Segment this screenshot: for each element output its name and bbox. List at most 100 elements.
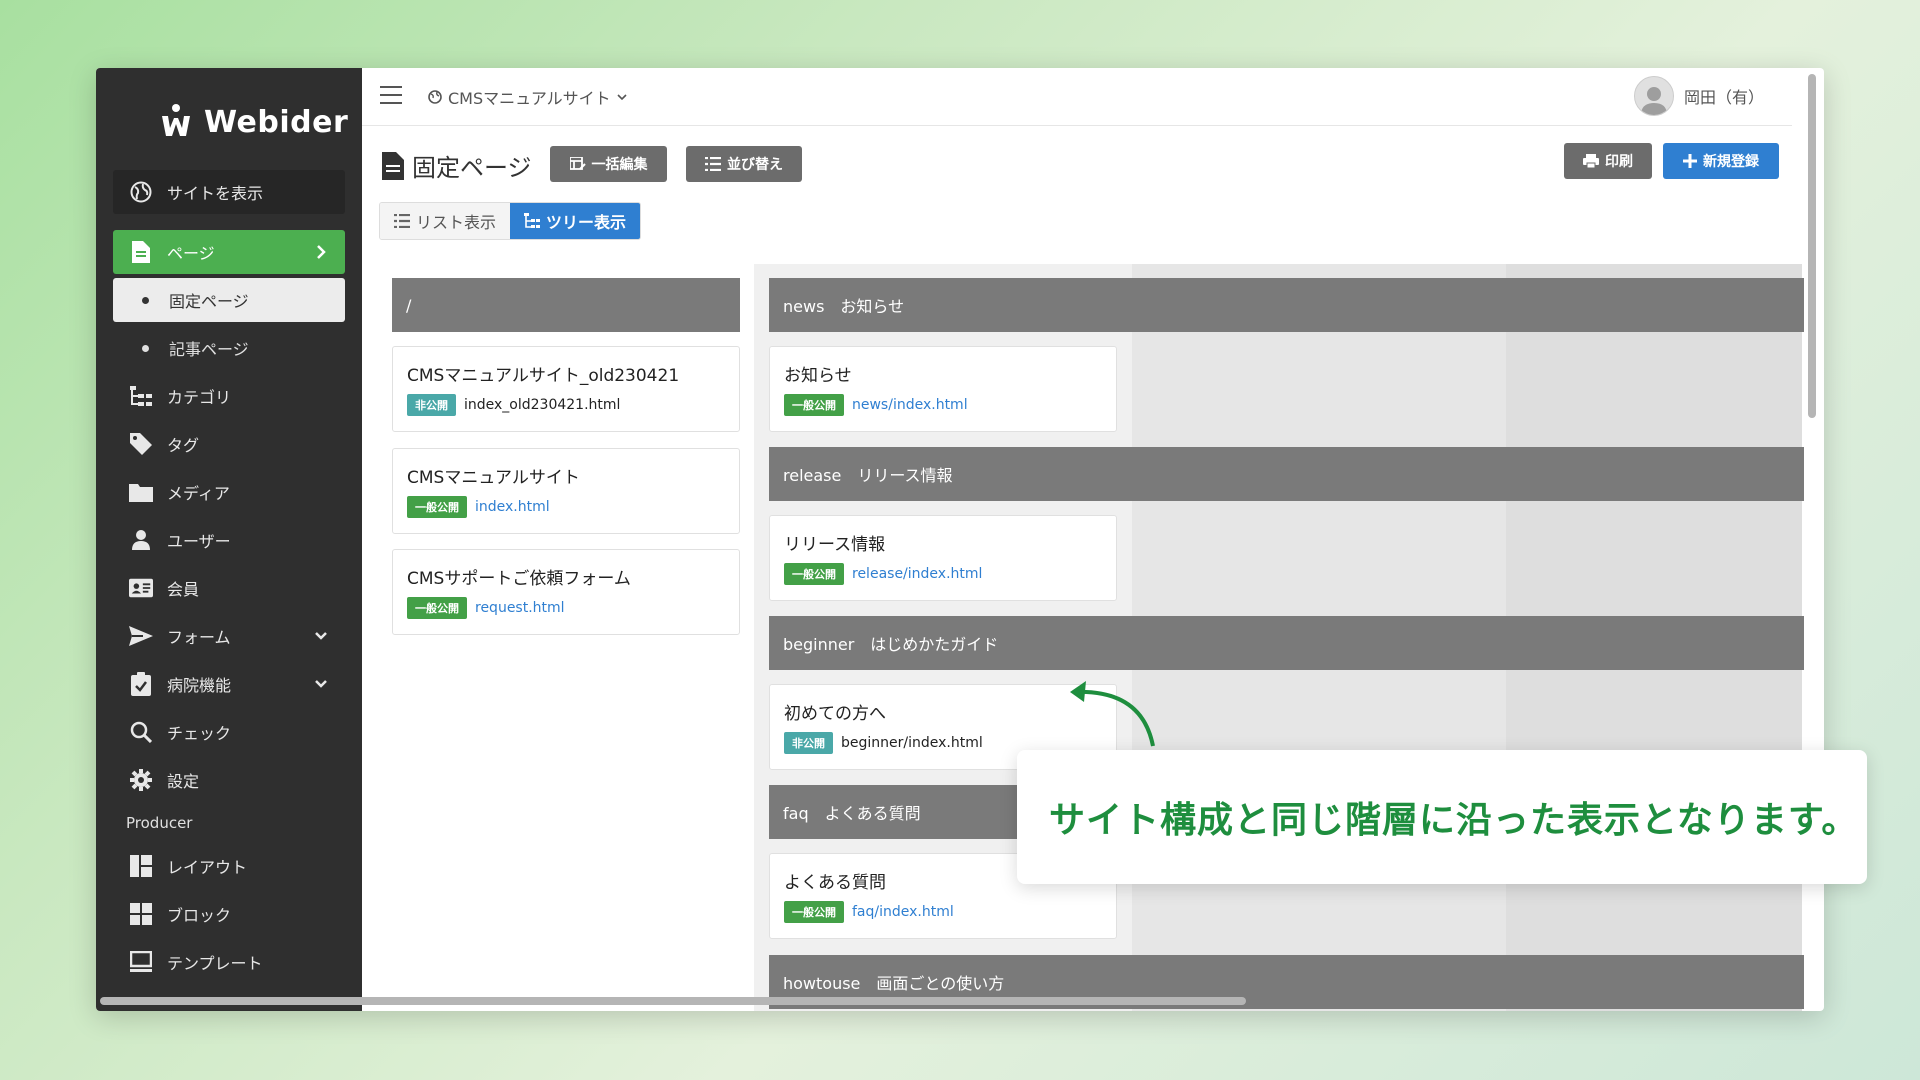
folder-label: beginner はじめかたガイド (783, 635, 999, 654)
printer-icon (1583, 154, 1599, 168)
menu-toggle-icon[interactable] (380, 86, 402, 104)
horizontal-scrollbar[interactable] (100, 997, 1246, 1005)
sidebar-item-members[interactable]: 会員 (113, 566, 345, 610)
chevron-down-icon (311, 679, 331, 689)
chevron-down-icon (617, 94, 627, 101)
sidebar-item-settings[interactable]: 設定 (113, 758, 345, 802)
sidebar-item-article-pages[interactable]: 記事ページ (113, 326, 345, 370)
status-badge: 非公開 (407, 394, 456, 416)
new-page-button[interactable]: 新規登録 (1663, 143, 1779, 179)
sidebar-item-blocks[interactable]: ブロック (113, 892, 345, 936)
table-edit-icon (569, 157, 586, 170)
status-badge: 一般公開 (407, 496, 467, 518)
status-badge: 一般公開 (407, 597, 467, 619)
folder-label: release リリース情報 (783, 466, 953, 485)
root-folder-header: / (392, 278, 740, 332)
page-card[interactable]: CMSマニュアルサイト 一般公開 index.html (392, 448, 740, 534)
chevron-right-icon (311, 244, 331, 260)
page-card[interactable]: お知らせ 一般公開 news/index.html (769, 346, 1117, 432)
bullet-icon (142, 344, 149, 352)
sidebar-item-label: レイアウト (167, 858, 248, 877)
document-icon (129, 240, 153, 264)
page-card-file-link[interactable]: faq/index.html (852, 904, 954, 920)
sidebar-item-tag[interactable]: タグ (113, 422, 345, 466)
page-card-title: CMSマニュアルサイト_old230421 (407, 366, 680, 386)
folder-label: howtouse 画面ごとの使い方 (783, 974, 1005, 993)
folder-label: news お知らせ (783, 297, 905, 316)
tree-icon (129, 384, 153, 408)
sidebar-item-label: フォーム (167, 628, 231, 647)
sidebar-item-label: 病院機能 (167, 676, 232, 695)
sort-button[interactable]: 並び替え (686, 146, 802, 182)
list-icon (394, 214, 410, 228)
page-card-file: beginner/index.html (841, 735, 983, 751)
bulk-edit-label: 一括編集 (591, 157, 648, 173)
bullet-icon (142, 296, 149, 304)
page-card[interactable]: CMSマニュアルサイト_old230421 非公開 index_old23042… (392, 346, 740, 432)
page-card-file-link[interactable]: release/index.html (852, 566, 982, 582)
sidebar-item-hospital[interactable]: 病院機能 (113, 662, 345, 706)
site-selector[interactable]: CMSマニュアルサイト (428, 85, 627, 109)
sidebar-item-layout[interactable]: レイアウト (113, 844, 345, 888)
document-icon (382, 151, 404, 180)
folder-label: faq よくある質問 (783, 804, 921, 823)
sidebar-item-label: ユーザー (167, 532, 231, 551)
page-card-file-link[interactable]: request.html (475, 600, 565, 616)
page-card-file-link[interactable]: index.html (475, 499, 550, 515)
sidebar-item-label: 会員 (167, 580, 200, 599)
layout-icon (129, 854, 153, 878)
logo[interactable]: Webider (156, 102, 348, 142)
sidebar-item-media[interactable]: メディア (113, 470, 345, 514)
user-menu[interactable]: 岡田（有） (1633, 76, 1764, 116)
page-card-title: リリース情報 (784, 535, 886, 555)
view-site-label: サイトを表示 (167, 184, 264, 203)
page-title-text: 固定ページ (412, 154, 532, 182)
sidebar-item-category[interactable]: カテゴリ (113, 374, 345, 418)
page-title: 固定ページ (382, 148, 532, 183)
tree-view-label: ツリー表示 (546, 213, 627, 232)
status-badge: 一般公開 (784, 901, 844, 923)
print-button[interactable]: 印刷 (1564, 143, 1652, 179)
site-name: CMSマニュアルサイト (448, 89, 611, 108)
tree-view-tab[interactable]: ツリー表示 (510, 203, 641, 239)
tree-icon (524, 213, 541, 228)
sidebar-item-pages[interactable]: ページ (113, 230, 345, 274)
sidebar-item-fixed-pages[interactable]: 固定ページ (113, 278, 345, 322)
globe-icon (129, 180, 153, 204)
search-icon (129, 720, 153, 744)
list-view-tab[interactable]: リスト表示 (380, 203, 511, 239)
producer-heading: Producer (126, 814, 193, 832)
sidebar-item-forms[interactable]: フォーム (113, 614, 345, 658)
topbar: CMSマニュアルサイト 岡田（有） (362, 68, 1792, 126)
sidebar-item-label: チェック (167, 724, 232, 743)
page-card-title: お知らせ (784, 366, 852, 386)
page-card-title: CMSサポートご依頼フォーム (407, 569, 631, 589)
page-card-file: index_old230421.html (464, 397, 621, 413)
sidebar-item-label: 固定ページ (169, 292, 249, 311)
vertical-scrollbar[interactable] (1808, 74, 1816, 418)
sidebar-item-check[interactable]: チェック (113, 710, 345, 754)
grid-icon (129, 902, 153, 926)
sidebar-item-label: 設定 (167, 772, 200, 791)
sidebar-item-label: カテゴリ (167, 388, 232, 407)
sidebar-item-label: メディア (167, 484, 230, 503)
status-badge: 非公開 (784, 732, 833, 754)
webider-logo-icon (162, 104, 190, 136)
bulk-edit-button[interactable]: 一括編集 (550, 146, 667, 182)
view-toggle: リスト表示 ツリー表示 (379, 202, 642, 240)
id-card-icon (129, 576, 153, 600)
page-card[interactable]: CMSサポートご依頼フォーム 一般公開 request.html (392, 549, 740, 635)
sidebar-item-users[interactable]: ユーザー (113, 518, 345, 562)
sidebar-item-label: ブロック (167, 906, 232, 925)
page-card-file-link[interactable]: news/index.html (852, 397, 968, 413)
sidebar-item-templates[interactable]: テンプレート (113, 940, 345, 984)
view-site-button[interactable]: サイトを表示 (113, 170, 345, 214)
page-card-title: CMSマニュアルサイト (407, 468, 580, 488)
monitor-icon (129, 950, 153, 974)
status-badge: 一般公開 (784, 394, 844, 416)
list-icon (705, 157, 721, 171)
page-card[interactable]: リリース情報 一般公開 release/index.html (769, 515, 1117, 601)
callout-box: サイト構成と同じ階層に沿った表示となります。 (1017, 750, 1867, 884)
clipboard-check-icon (129, 672, 153, 696)
root-folder-label: / (406, 295, 412, 315)
